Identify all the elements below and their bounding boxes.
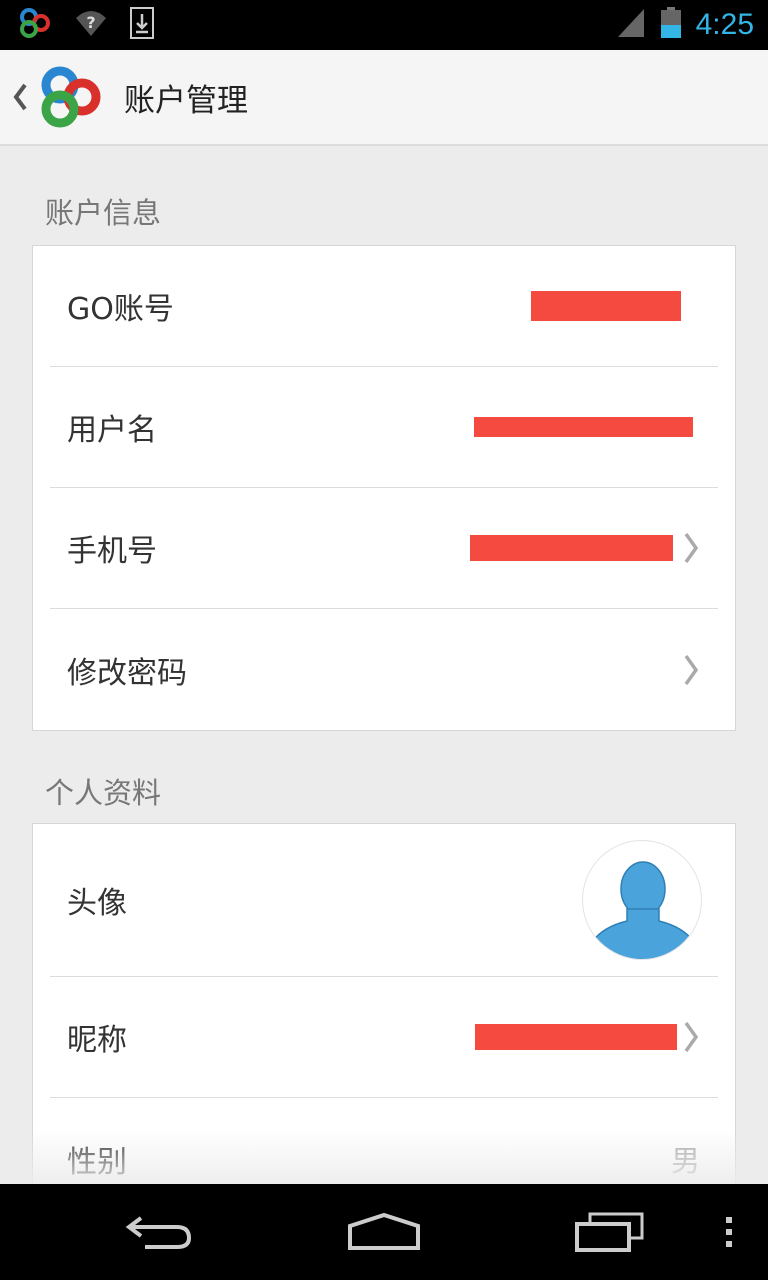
user-silhouette-icon [592, 861, 694, 959]
back-arrow-icon[interactable] [110, 1184, 210, 1280]
row-gender[interactable]: 性别 男 [50, 1098, 718, 1184]
row-phone[interactable]: 手机号 [50, 488, 718, 609]
row-label: GO账号 [67, 292, 174, 327]
row-username[interactable]: 用户名 [50, 367, 718, 488]
screen: ? 4:25 账户管理 账户信息 GO账号 用户名 手机号 修改密码 个人资料 … [0, 0, 768, 1280]
account-info-card: GO账号 用户名 手机号 修改密码 [32, 245, 736, 731]
redacted-value [474, 417, 693, 437]
status-bar: ? 4:25 [0, 0, 768, 50]
chevron-right-icon [684, 1021, 699, 1053]
chevron-right-icon [684, 532, 699, 564]
recent-apps-icon[interactable] [560, 1184, 660, 1280]
app-logo[interactable] [38, 64, 104, 130]
profile-card: 头像 昵称 性别 男 [32, 823, 736, 1184]
gender-value: 男 [670, 1143, 700, 1178]
overflow-menu-icon[interactable] [712, 1184, 746, 1280]
row-label: 头像 [67, 886, 127, 921]
settings-list[interactable]: 账户信息 GO账号 用户名 手机号 修改密码 个人资料 头像 昵称 性别 男 [0, 148, 768, 1184]
action-bar: 账户管理 [0, 50, 768, 146]
row-label: 昵称 [67, 1023, 127, 1058]
row-change-password[interactable]: 修改密码 [50, 609, 718, 730]
row-label: 用户名 [67, 413, 157, 448]
download-icon [130, 7, 154, 43]
go-launcher-notification-icon [18, 7, 52, 43]
chevron-right-icon [684, 654, 699, 685]
row-go-account[interactable]: GO账号 [50, 246, 718, 367]
signal-icon [616, 7, 646, 43]
wifi-question-icon: ? [74, 8, 108, 42]
row-label: 手机号 [67, 534, 157, 569]
row-label: 性别 [67, 1144, 127, 1180]
row-label: 修改密码 [67, 655, 187, 691]
section-header-profile: 个人资料 [45, 776, 162, 810]
clock: 4:25 [695, 8, 754, 41]
battery-icon [660, 7, 682, 43]
redacted-value [470, 535, 673, 561]
row-avatar[interactable]: 头像 [50, 824, 718, 977]
svg-text:?: ? [86, 13, 95, 32]
page-title: 账户管理 [124, 82, 248, 119]
redacted-value [531, 291, 681, 321]
row-nickname[interactable]: 昵称 [50, 977, 718, 1098]
section-header-account-info: 账户信息 [45, 196, 162, 230]
home-icon[interactable] [334, 1184, 434, 1280]
redacted-value [475, 1024, 677, 1050]
navigation-bar [0, 1184, 768, 1280]
avatar[interactable] [582, 840, 702, 960]
chevron-left-icon[interactable] [0, 49, 34, 145]
